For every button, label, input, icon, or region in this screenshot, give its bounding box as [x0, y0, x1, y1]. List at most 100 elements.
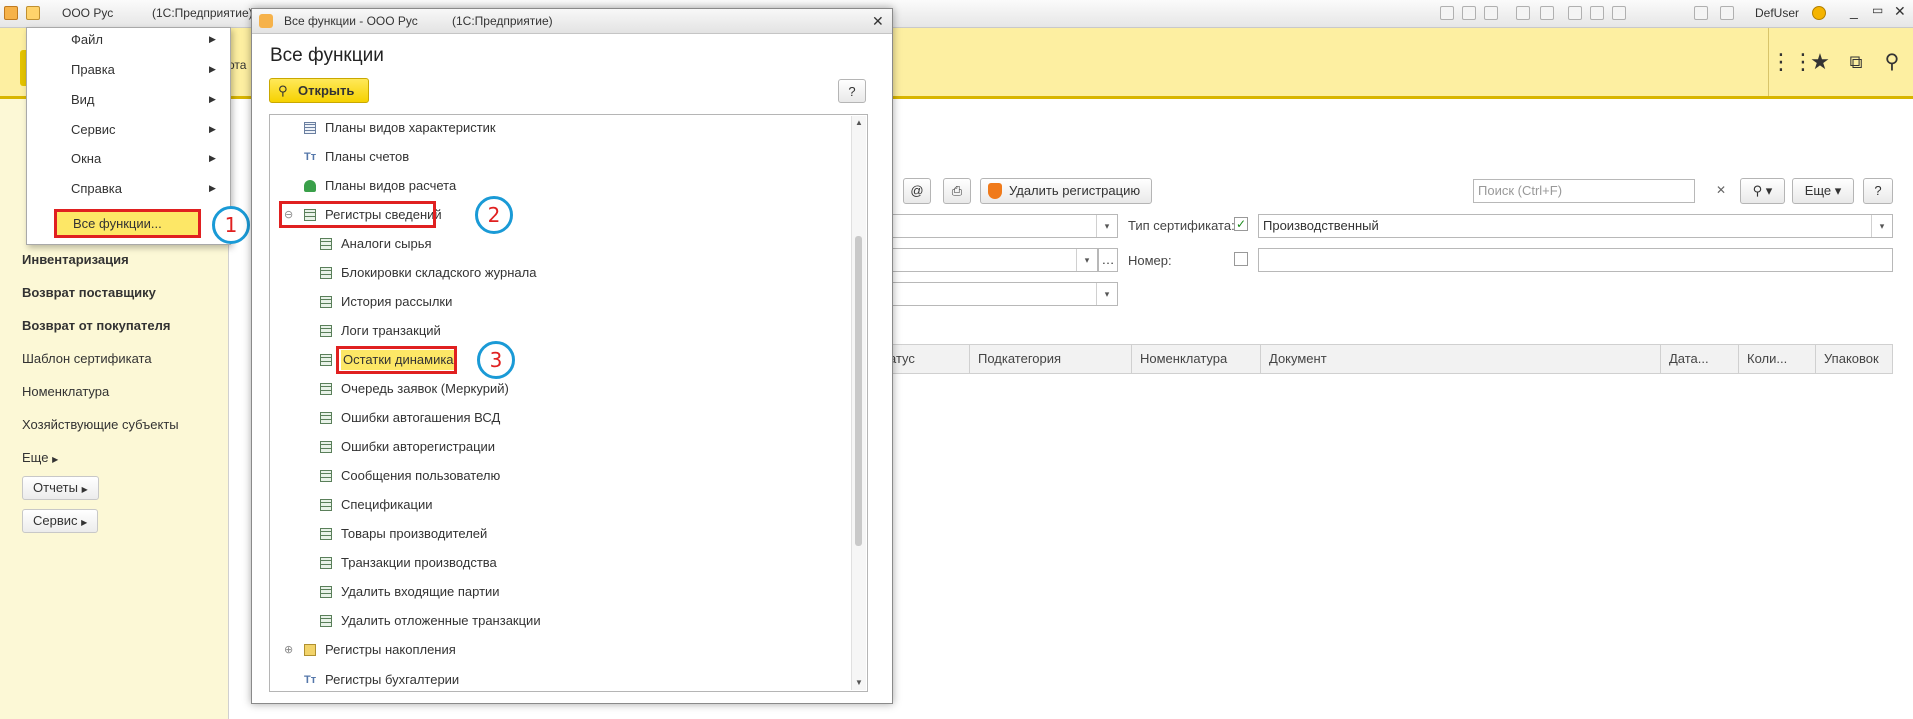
highlight-frame-3 [336, 346, 457, 374]
open-button[interactable]: ⚲ Открыть [269, 78, 369, 103]
dialog-heading: Все функции [270, 45, 384, 66]
field-3[interactable]: ▾ [880, 282, 1118, 306]
history-icon[interactable] [1540, 6, 1554, 20]
tree-node-label: Аналоги сырья [341, 236, 432, 251]
chevron-down-icon[interactable]: ▾ [1076, 249, 1097, 271]
dialog-close-icon[interactable]: ✕ [872, 9, 884, 33]
apps-grid-icon[interactable]: ⋮⋮ [1770, 48, 1814, 76]
sidebar-item-entities[interactable]: Хозяйствующие субъекты [22, 417, 179, 432]
number-field[interactable] [1258, 248, 1893, 272]
menu-item-windows[interactable]: Окна [71, 151, 101, 166]
email-button[interactable]: @ [903, 178, 931, 204]
menu-item-all-functions[interactable]: Все функции... [54, 209, 201, 238]
search-button[interactable]: ⚲ ▾ [1740, 178, 1785, 204]
chevron-right-icon: ▶ [81, 485, 88, 494]
chevron-right-icon: ▶ [209, 34, 216, 44]
col-document[interactable]: Документ [1260, 345, 1660, 373]
col-nomenclature[interactable]: Номенклатура [1131, 345, 1260, 373]
register-icon [320, 325, 332, 337]
info-icon[interactable] [1720, 6, 1734, 20]
accum-register-icon [304, 644, 316, 656]
chevron-right-icon: ▶ [209, 124, 216, 134]
tree-scrollbar[interactable]: ▲ ▼ [851, 116, 866, 690]
print-icon[interactable] [1462, 6, 1476, 20]
main-menu-icon[interactable] [26, 6, 40, 20]
chevron-down-icon[interactable]: ▾ [1096, 283, 1117, 305]
expand-icon[interactable]: ⊕ [284, 640, 293, 660]
dialog-help-button[interactable]: ? [838, 79, 866, 103]
print-button[interactable]: ⎙ [943, 178, 971, 204]
char-types-icon [304, 122, 316, 134]
sidebar-item-cert-template[interactable]: Шаблон сертификата [22, 351, 152, 366]
copy-icon[interactable] [1484, 6, 1498, 20]
favorites-star-icon[interactable]: ★ [1806, 48, 1834, 76]
form-help-button[interactable]: ? [1863, 178, 1893, 204]
chevron-right-icon: ▶ [209, 94, 216, 104]
delete-registration-button[interactable]: Удалить регистрацию [980, 178, 1152, 204]
tree-node-label: Сообщения пользователю [341, 468, 501, 483]
chevron-down-icon[interactable]: ▾ [1871, 215, 1892, 237]
sidebar-item-more[interactable]: Еще ▶ [22, 450, 58, 465]
search-input[interactable]: Поиск (Ctrl+F) [1473, 179, 1695, 203]
platform-name: (1С:Предприятие) [152, 6, 253, 20]
menu-item-service[interactable]: Сервис [71, 122, 116, 137]
scroll-thumb[interactable] [855, 236, 862, 546]
minimize-icon[interactable]: _ [1850, 3, 1858, 19]
select-button[interactable]: … [1098, 248, 1118, 272]
more-button[interactable]: Еще ▾ [1792, 178, 1854, 204]
chevron-down-icon[interactable]: ▾ [1096, 215, 1117, 237]
sidebar-item-return-supplier[interactable]: Возврат поставщику [22, 285, 156, 300]
app-logo-icon [4, 6, 18, 20]
tree-node-label: Транзакции производства [341, 555, 497, 570]
col-quantity[interactable]: Коли... [1738, 345, 1815, 373]
chevron-right-icon: ▶ [209, 153, 216, 163]
scroll-up-icon[interactable]: ▲ [855, 118, 863, 127]
cert-type-field[interactable]: Производственный ▾ [1258, 214, 1893, 238]
cert-type-label: Тип сертификата: [1128, 218, 1235, 233]
tree-node-label: Товары производителей [341, 526, 488, 541]
chevron-right-icon: ▶ [52, 455, 59, 464]
scroll-down-icon[interactable]: ▼ [855, 678, 863, 687]
close-icon[interactable]: ✕ [1894, 3, 1906, 20]
calendar-icon[interactable] [1568, 6, 1582, 20]
clear-search-icon[interactable]: ✕ [1716, 183, 1726, 197]
menu-item-file[interactable]: Файл [71, 32, 103, 47]
number-checkbox[interactable] [1234, 252, 1248, 266]
doc-icon[interactable] [1612, 6, 1626, 20]
tree-node-label: Очередь заявок (Меркурий) [341, 381, 509, 396]
register-icon [320, 354, 332, 366]
col-subcategory[interactable]: Подкатегория [969, 345, 1131, 373]
help-icon[interactable] [1812, 6, 1826, 20]
register-icon [320, 296, 332, 308]
help-label: ? [1874, 183, 1882, 198]
maximize-icon[interactable]: ▭ [1872, 3, 1883, 17]
history-clock-icon[interactable]: ⧉ [1842, 48, 1870, 76]
menu-item-edit[interactable]: Правка [71, 62, 115, 77]
sidebar-item-return-customer[interactable]: Возврат от покупателя [22, 318, 170, 333]
register-icon [320, 412, 332, 424]
calc-icon[interactable] [1590, 6, 1604, 20]
col-status[interactable]: атус [881, 345, 969, 373]
col-date[interactable]: Дата... [1660, 345, 1738, 373]
panels-icon[interactable] [1694, 6, 1708, 20]
field-2[interactable]: ▾ [880, 248, 1098, 272]
menu-item-help[interactable]: Справка [71, 181, 122, 196]
search-icon[interactable]: ⚲ [1878, 48, 1906, 76]
cert-type-checkbox[interactable]: ✓ [1234, 217, 1248, 231]
field-1[interactable]: ▾ [880, 214, 1118, 238]
save-icon[interactable] [1440, 6, 1454, 20]
sidebar-item-nomenclature[interactable]: Номенклатура [22, 384, 109, 399]
user-name[interactable]: DefUser [1755, 6, 1799, 20]
dialog-titlebar: Все функции - ООО Рус (1С:Предприятие) ✕ [252, 9, 892, 34]
table-header: атус Подкатегория Номенклатура Документ … [880, 344, 1893, 374]
cert-type-value: Производственный [1263, 218, 1379, 233]
main-menu-popup: Файл ▶ Правка ▶ Вид ▶ Сервис ▶ Окна ▶ Сп… [26, 27, 231, 245]
sidebar-item-inventory[interactable]: Инвентаризация [22, 252, 129, 267]
reports-button[interactable]: Отчеты ▶ [22, 476, 99, 500]
tree-node-label: Логи транзакций [341, 323, 441, 338]
back-icon[interactable] [1516, 6, 1530, 20]
col-packages[interactable]: Упаковок [1815, 345, 1894, 373]
service-button[interactable]: Сервис ▶ [22, 509, 99, 533]
menu-item-view[interactable]: Вид [71, 92, 95, 107]
functions-tree[interactable]: Планы видов характеристик Тт Планы счето… [269, 114, 868, 692]
